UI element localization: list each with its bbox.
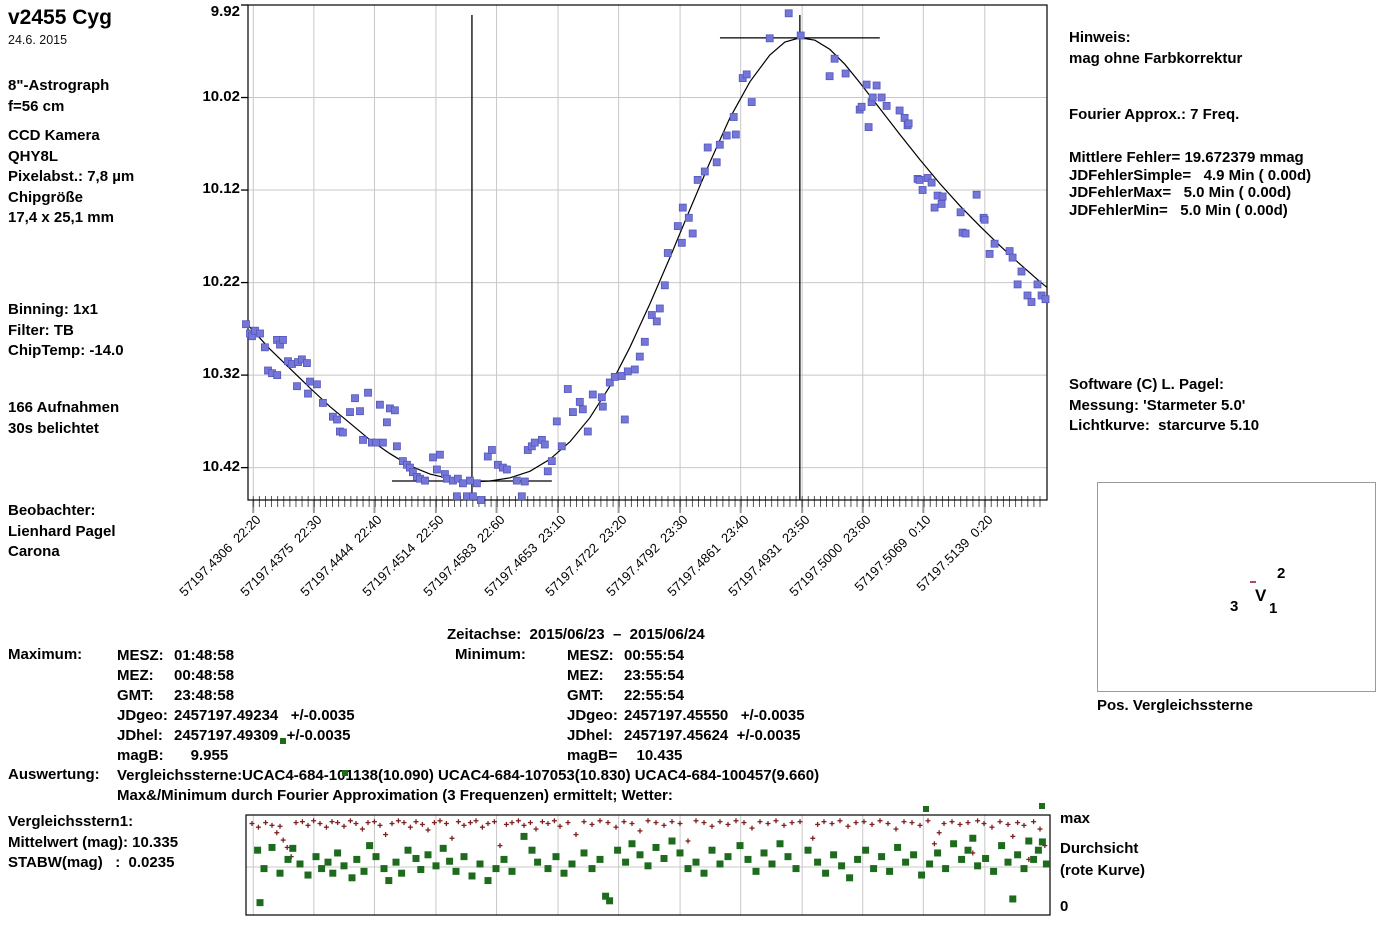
- y-tick-label: 9.92: [178, 3, 240, 20]
- sub-legend-durchsicht: Durchsicht (rote Kurve): [1060, 838, 1145, 882]
- page-title: v2455 Cyg: [8, 6, 112, 30]
- y-tick-label: 10.22: [178, 273, 240, 290]
- software-credits: Software (C) L. Pagel: Messung: 'Starmet…: [1069, 375, 1259, 437]
- starcurve-report-window: { "header": { "title": "v2455 Cyg", "dat…: [0, 0, 1376, 932]
- stray-dot: [342, 770, 348, 776]
- variable-star-mark: [1250, 581, 1256, 583]
- comparison-star-label: 1: [1269, 600, 1277, 617]
- stray-dot: [923, 806, 929, 812]
- durchsicht-chart: [246, 815, 1050, 915]
- sub-axis-zero-label: 0: [1060, 898, 1068, 915]
- capture-settings: Binning: 1x1 Filter: TB ChipTemp: -14.0: [8, 300, 124, 362]
- comparison-star-map: 2V1 3: [1097, 482, 1376, 692]
- extremum-row: JDhel:2457197.45624 +/-0.0035: [567, 726, 805, 746]
- extremum-row: MESZ:00:55:54: [567, 646, 805, 666]
- main-light-curve-chart: [241, 5, 1049, 513]
- comparison-star-label: 3: [1230, 598, 1238, 615]
- stray-dot: [280, 738, 286, 744]
- comparison-star-label: 2: [1277, 565, 1285, 582]
- telescope-info: 8"-Astrograph f=56 cm: [8, 76, 109, 117]
- fourier-fit-curve: [248, 38, 1047, 482]
- variable-star-label: V: [1255, 586, 1266, 606]
- extremum-row: JDgeo:2457197.45550 +/-0.0035: [567, 706, 805, 726]
- extremum-row: MESZ:01:48:58: [117, 646, 355, 666]
- pos-box-caption: Pos. Vergleichssterne: [1097, 697, 1253, 714]
- extremum-row: GMT:22:55:54: [567, 686, 805, 706]
- extremum-row: MEZ:23:55:54: [567, 666, 805, 686]
- zeitachse-caption: Zeitachse: 2015/06/23 – 2015/06/24: [447, 626, 705, 643]
- y-tick-label: 10.12: [178, 180, 240, 197]
- minimum-values: MESZ:00:55:54MEZ:23:55:54GMT:22:55:54JDg…: [567, 646, 805, 766]
- error-stats: Mittlere Fehler= 19.672379 mmag JDFehler…: [1069, 149, 1311, 219]
- y-tick-label: 10.42: [178, 458, 240, 475]
- extremum-row: MEZ:00:48:58: [117, 666, 355, 686]
- auswertung-label: Auswertung:: [8, 766, 100, 783]
- extremum-row: magB= 10.435: [567, 746, 805, 766]
- stray-dot: [1039, 803, 1045, 809]
- vergleichsstern-stats: Vergleichsstern1: Mittelwert (mag): 10.3…: [8, 812, 178, 874]
- maximum-label: Maximum:: [8, 646, 82, 663]
- extremum-row: JDhel:2457197.49309 +/-0.0035: [117, 726, 355, 746]
- maximum-values: MESZ:01:48:58MEZ:00:48:58GMT:23:48:58JDg…: [117, 646, 355, 766]
- observation-date: 24.6. 2015: [8, 33, 67, 47]
- extremum-row: GMT:23:48:58: [117, 686, 355, 706]
- extremum-row: JDgeo:2457197.49234 +/-0.0035: [117, 706, 355, 726]
- auswertung-text: Vergleichssterne:UCAC4-684-101138(10.090…: [117, 766, 819, 806]
- hinweis-note: Hinweis: mag ohne Farbkorrektur: [1069, 28, 1242, 69]
- camera-info: CCD Kamera QHY8L Pixelabst.: 7,8 µm Chip…: [8, 126, 134, 229]
- sub-axis-max-label: max: [1060, 810, 1090, 827]
- extremum-row: magB: 9.955: [117, 746, 355, 766]
- observer-info: Beobachter: Lienhard Pagel Carona: [8, 501, 116, 563]
- zeitachse-range: [521, 626, 529, 643]
- y-tick-label: 10.32: [178, 365, 240, 382]
- y-tick-label: 10.02: [178, 88, 240, 105]
- frames-info: 166 Aufnahmen 30s belichtet: [8, 398, 119, 439]
- fourier-approx: Fourier Approx.: 7 Freq.: [1069, 105, 1239, 126]
- minimum-label: Minimum:: [455, 646, 526, 663]
